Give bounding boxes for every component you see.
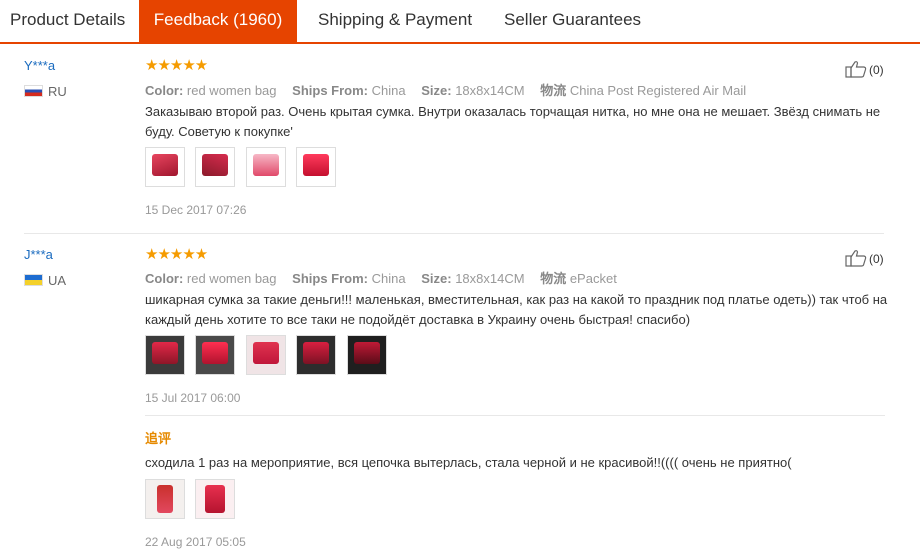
tab-product-details[interactable]: Product Details bbox=[10, 0, 125, 42]
star-rating: ★★★★★ bbox=[145, 246, 208, 263]
ships-from-value: China bbox=[371, 271, 406, 286]
reviewer-name[interactable]: Y***a bbox=[24, 58, 55, 73]
star-rating: ★★★★★ bbox=[145, 57, 208, 74]
helpful-count: (0) bbox=[869, 63, 884, 77]
tab-feedback[interactable]: Feedback (1960) bbox=[139, 0, 297, 42]
review-photo-thumbnail[interactable] bbox=[296, 147, 337, 187]
logistics-value: China Post Registered Air Mail bbox=[569, 83, 747, 98]
review-text: шикарная сумка за такие деньги!!! малень… bbox=[145, 292, 888, 327]
country-code: RU bbox=[48, 84, 67, 99]
review-date: 15 Dec 2017 07:26 bbox=[145, 203, 247, 217]
thumbs-up-icon bbox=[845, 61, 867, 78]
order-info: Color: red women bag Ships From: China S… bbox=[145, 268, 629, 287]
color-label: Color: bbox=[145, 83, 184, 98]
thumbs-up-icon bbox=[845, 250, 867, 267]
review-text: Заказываю второй раз. Очень крытая сумка… bbox=[145, 104, 881, 139]
review-photo-thumbnail[interactable] bbox=[145, 479, 185, 519]
additional-feedback-title: 追评 bbox=[145, 431, 172, 446]
tab-shipping-payment[interactable]: Shipping & Payment bbox=[318, 0, 472, 42]
additional-feedback-text: сходила 1 раз на мероприятие, вся цепочк… bbox=[145, 455, 792, 470]
review-divider bbox=[24, 233, 884, 234]
flag-icon bbox=[24, 85, 43, 97]
size-label: Size: bbox=[421, 271, 452, 286]
reviewer-country: UA bbox=[24, 273, 66, 288]
additional-feedback-divider bbox=[145, 415, 885, 416]
review-photo-thumbnail[interactable] bbox=[195, 147, 236, 187]
review-photo-thumbnail[interactable] bbox=[346, 335, 387, 375]
review-date: 15 Jul 2017 06:00 bbox=[145, 391, 241, 405]
size-label: Size: bbox=[421, 83, 452, 98]
review-photo-thumbnail[interactable] bbox=[245, 335, 286, 375]
additional-feedback-photos bbox=[145, 479, 241, 521]
ships-from-value: China bbox=[371, 83, 406, 98]
helpful-button[interactable]: (0) bbox=[845, 60, 884, 78]
country-code: UA bbox=[48, 273, 67, 288]
ships-from-label: Ships From: bbox=[292, 83, 368, 98]
review-photo-thumbnail[interactable] bbox=[145, 147, 185, 187]
reviewer-country: RU bbox=[24, 84, 67, 99]
ships-from-label: Ships From: bbox=[292, 271, 368, 286]
helpful-button[interactable]: (0) bbox=[845, 249, 884, 267]
size-value: 18x8x14CM bbox=[455, 83, 525, 98]
additional-feedback-date: 22 Aug 2017 05:05 bbox=[145, 535, 246, 549]
logistics-label: 物流 bbox=[540, 271, 567, 286]
order-info: Color: red women bag Ships From: China S… bbox=[145, 80, 758, 99]
review-photo-thumbnail[interactable] bbox=[296, 335, 337, 375]
color-value: red women bag bbox=[186, 271, 277, 286]
review-photo-thumbnail[interactable] bbox=[145, 335, 185, 375]
logistics-label: 物流 bbox=[540, 83, 567, 98]
review-photo-thumbnail[interactable] bbox=[245, 147, 286, 187]
color-label: Color: bbox=[145, 271, 184, 286]
review-photo-thumbnail[interactable] bbox=[195, 335, 236, 375]
tab-bar: Product Details Feedback (1960) Shipping… bbox=[0, 0, 920, 44]
review-photos bbox=[145, 147, 342, 189]
tab-seller-guarantees[interactable]: Seller Guarantees bbox=[504, 0, 641, 42]
color-value: red women bag bbox=[186, 83, 277, 98]
helpful-count: (0) bbox=[869, 252, 884, 266]
review-photos bbox=[145, 335, 393, 377]
logistics-value: ePacket bbox=[569, 271, 617, 286]
reviewer-name[interactable]: J***a bbox=[24, 247, 53, 262]
size-value: 18x8x14CM bbox=[455, 271, 525, 286]
flag-icon bbox=[24, 274, 43, 286]
review-photo-thumbnail[interactable] bbox=[195, 479, 236, 519]
